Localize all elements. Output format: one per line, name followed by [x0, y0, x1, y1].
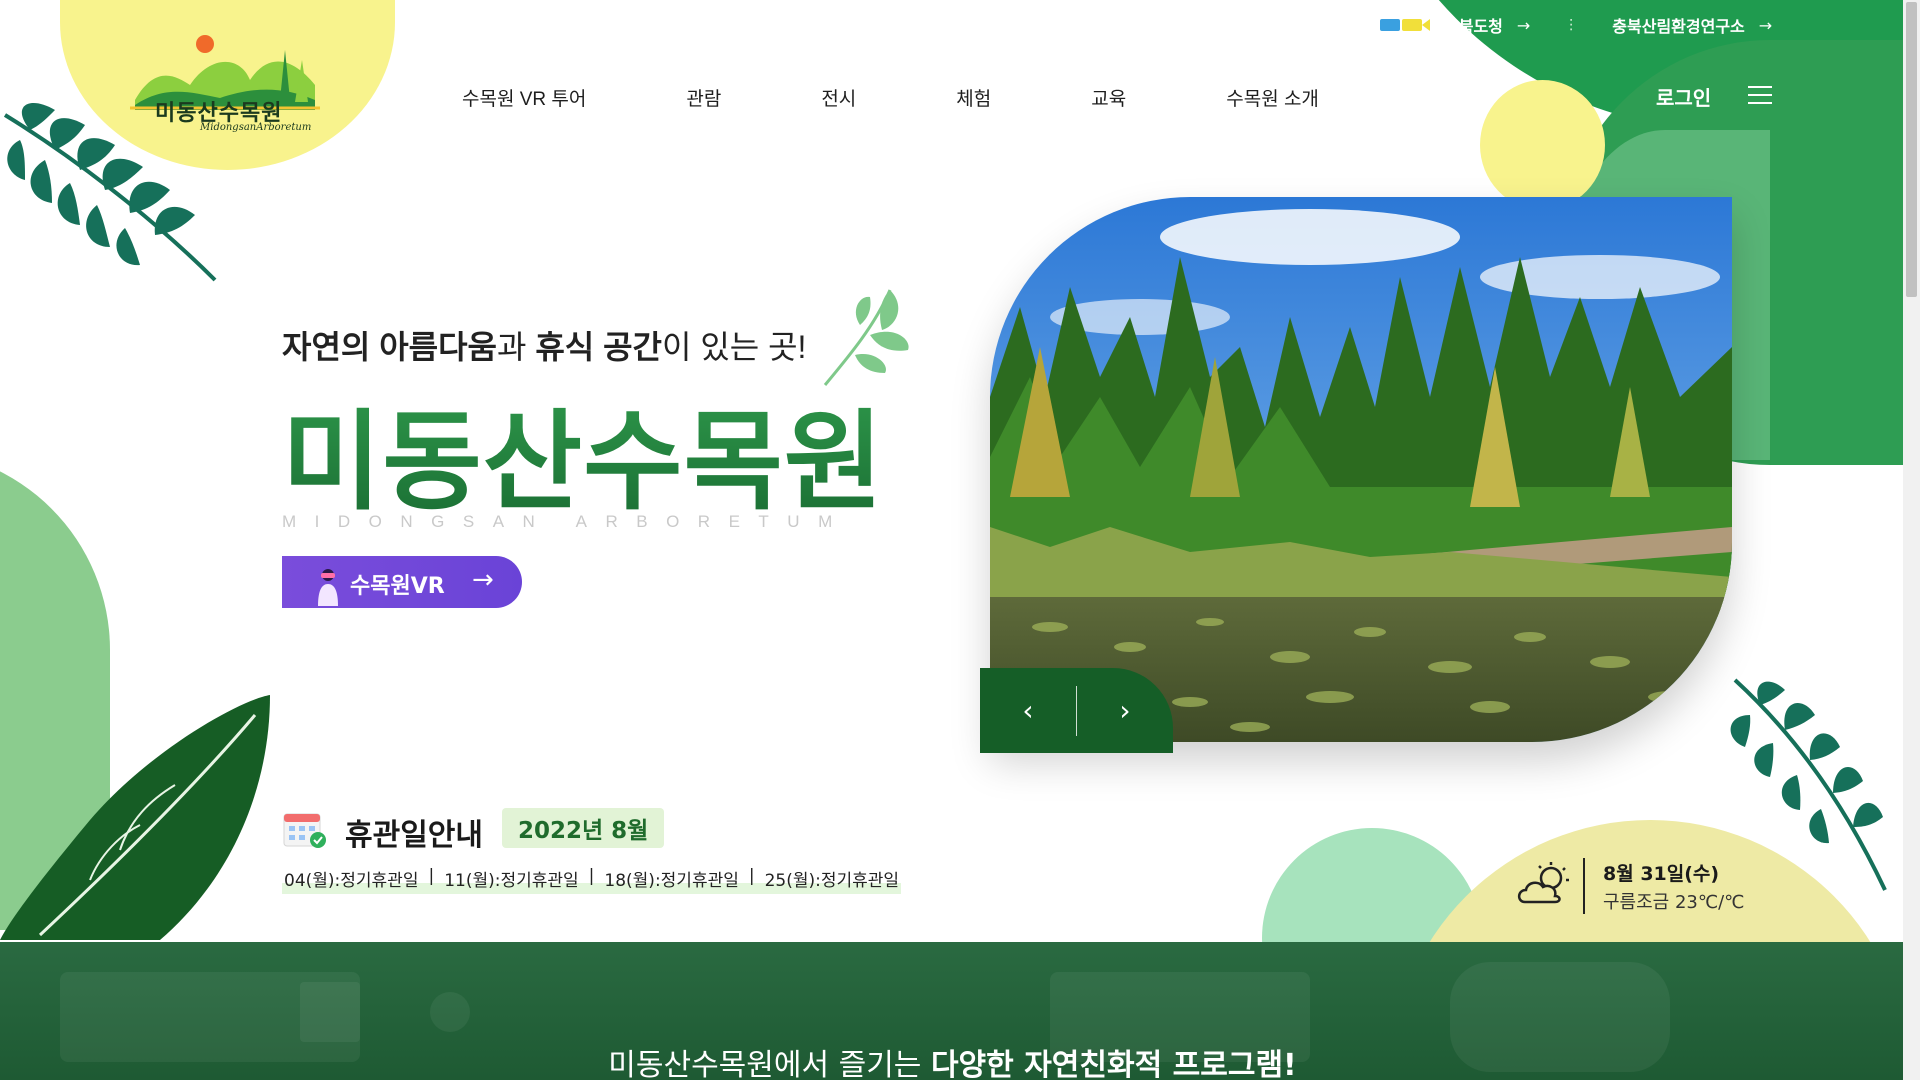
banner-text-bold: 다양한 자연친화적 프로그램! [930, 1048, 1297, 1080]
palm-leaf-icon [1730, 678, 1887, 891]
tagline-part: 휴식 공간 [535, 329, 662, 365]
closed-day-separator: | [748, 866, 755, 886]
hero-subtitle: MIDONGSAN ARBORETUM [282, 512, 851, 531]
vr-button-label: 수목원VR [350, 574, 445, 599]
bg-yellow-circle [1480, 80, 1605, 210]
closed-days-month: 2022년 8월 [502, 808, 665, 848]
top-link-chungbuk-gov[interactable]: 충북도청 → [1378, 13, 1530, 37]
chungbuk-gov-logo-icon [1378, 16, 1432, 34]
top-link-label: 충북산림환경연구소 [1612, 17, 1745, 36]
closed-days-title: 휴관일안내 [345, 818, 483, 853]
nav-item-visit[interactable]: 관람 [686, 84, 721, 111]
vr-person-icon [318, 569, 338, 606]
calendar-check-icon [283, 813, 326, 848]
scrollbar-thumb[interactable] [1906, 2, 1917, 297]
slider-prev-button[interactable]: ‹ [980, 668, 1076, 753]
hero-tagline: 자연의 아름다움과 휴식 공간이 있는 곳! [282, 322, 806, 368]
banner-text-normal: 미동산수목원에서 즐기는 [608, 1048, 931, 1080]
weather-divider [1583, 858, 1585, 914]
nav-item-vr-tour[interactable]: 수목원 VR 투어 [462, 84, 586, 111]
partly-cloudy-icon [1517, 862, 1569, 904]
hero-title: 미동산수목원 [282, 375, 884, 531]
tagline-part: 자연의 아름다움 [282, 329, 497, 365]
main-nav: 수목원 VR 투어 관람 전시 체험 교육 수목원 소개 [462, 84, 1319, 111]
top-link-forest-institute[interactable]: 충북산림환경연구소 → [1612, 13, 1772, 37]
top-link-label: 충북도청 [1444, 17, 1503, 36]
weather-date: 8월 31일(수) [1603, 863, 1720, 885]
closed-days-list: 04(월):정기휴관일 | 11(월):정기휴관일 | 18(월):정기휴관일 … [282, 866, 902, 894]
arrow-right-icon: → [472, 565, 494, 595]
nav-item-education[interactable]: 교육 [1091, 84, 1126, 111]
arrow-right-icon: → [1758, 15, 1773, 35]
closed-day-separator: | [428, 866, 435, 886]
top-links: 충북도청 → ⋮ 충북산림환경연구소 → [1378, 13, 1772, 37]
nav-item-experience[interactable]: 체험 [956, 84, 991, 111]
slider-divider [1076, 685, 1077, 736]
tagline-part: 이 있는 곳! [661, 329, 807, 365]
program-banner-text: 미동산수목원에서 즐기는 다양한 자연친화적 프로그램! [0, 1040, 1905, 1080]
top-link-separator: ⋮ [1564, 17, 1579, 33]
vr-tour-button[interactable]: 수목원VR → [282, 556, 522, 608]
leaf-icon [0, 695, 270, 940]
slider-nav: ‹ › [980, 668, 1173, 753]
login-button[interactable]: 로그인 [1656, 82, 1711, 111]
closed-day-item: 18(월):정기휴관일 [604, 871, 739, 891]
arrow-right-icon: → [1516, 15, 1531, 35]
page: 미동산수목원 MidongsanArboretum 수목원 VR 투어 관람 전… [0, 0, 1920, 1080]
closed-day-separator: | [588, 866, 595, 886]
closed-day-item: 25(월):정기휴관일 [764, 871, 900, 891]
slider-next-button[interactable]: › [1077, 668, 1173, 753]
tagline-part: 과 [496, 329, 536, 365]
nav-item-exhibition[interactable]: 전시 [821, 84, 856, 111]
hamburger-menu-icon[interactable] [1748, 86, 1772, 106]
arboretum-pond-photo [990, 197, 1732, 742]
closed-day-item: 04(월):정기휴관일 [284, 871, 419, 891]
weather-condition: 구름조금 23℃/℃ [1603, 892, 1745, 913]
logo-subtitle: MidongsanArboretum [200, 122, 312, 133]
nav-item-about[interactable]: 수목원 소개 [1226, 84, 1319, 111]
closed-day-item: 11(월):정기휴관일 [444, 871, 579, 891]
